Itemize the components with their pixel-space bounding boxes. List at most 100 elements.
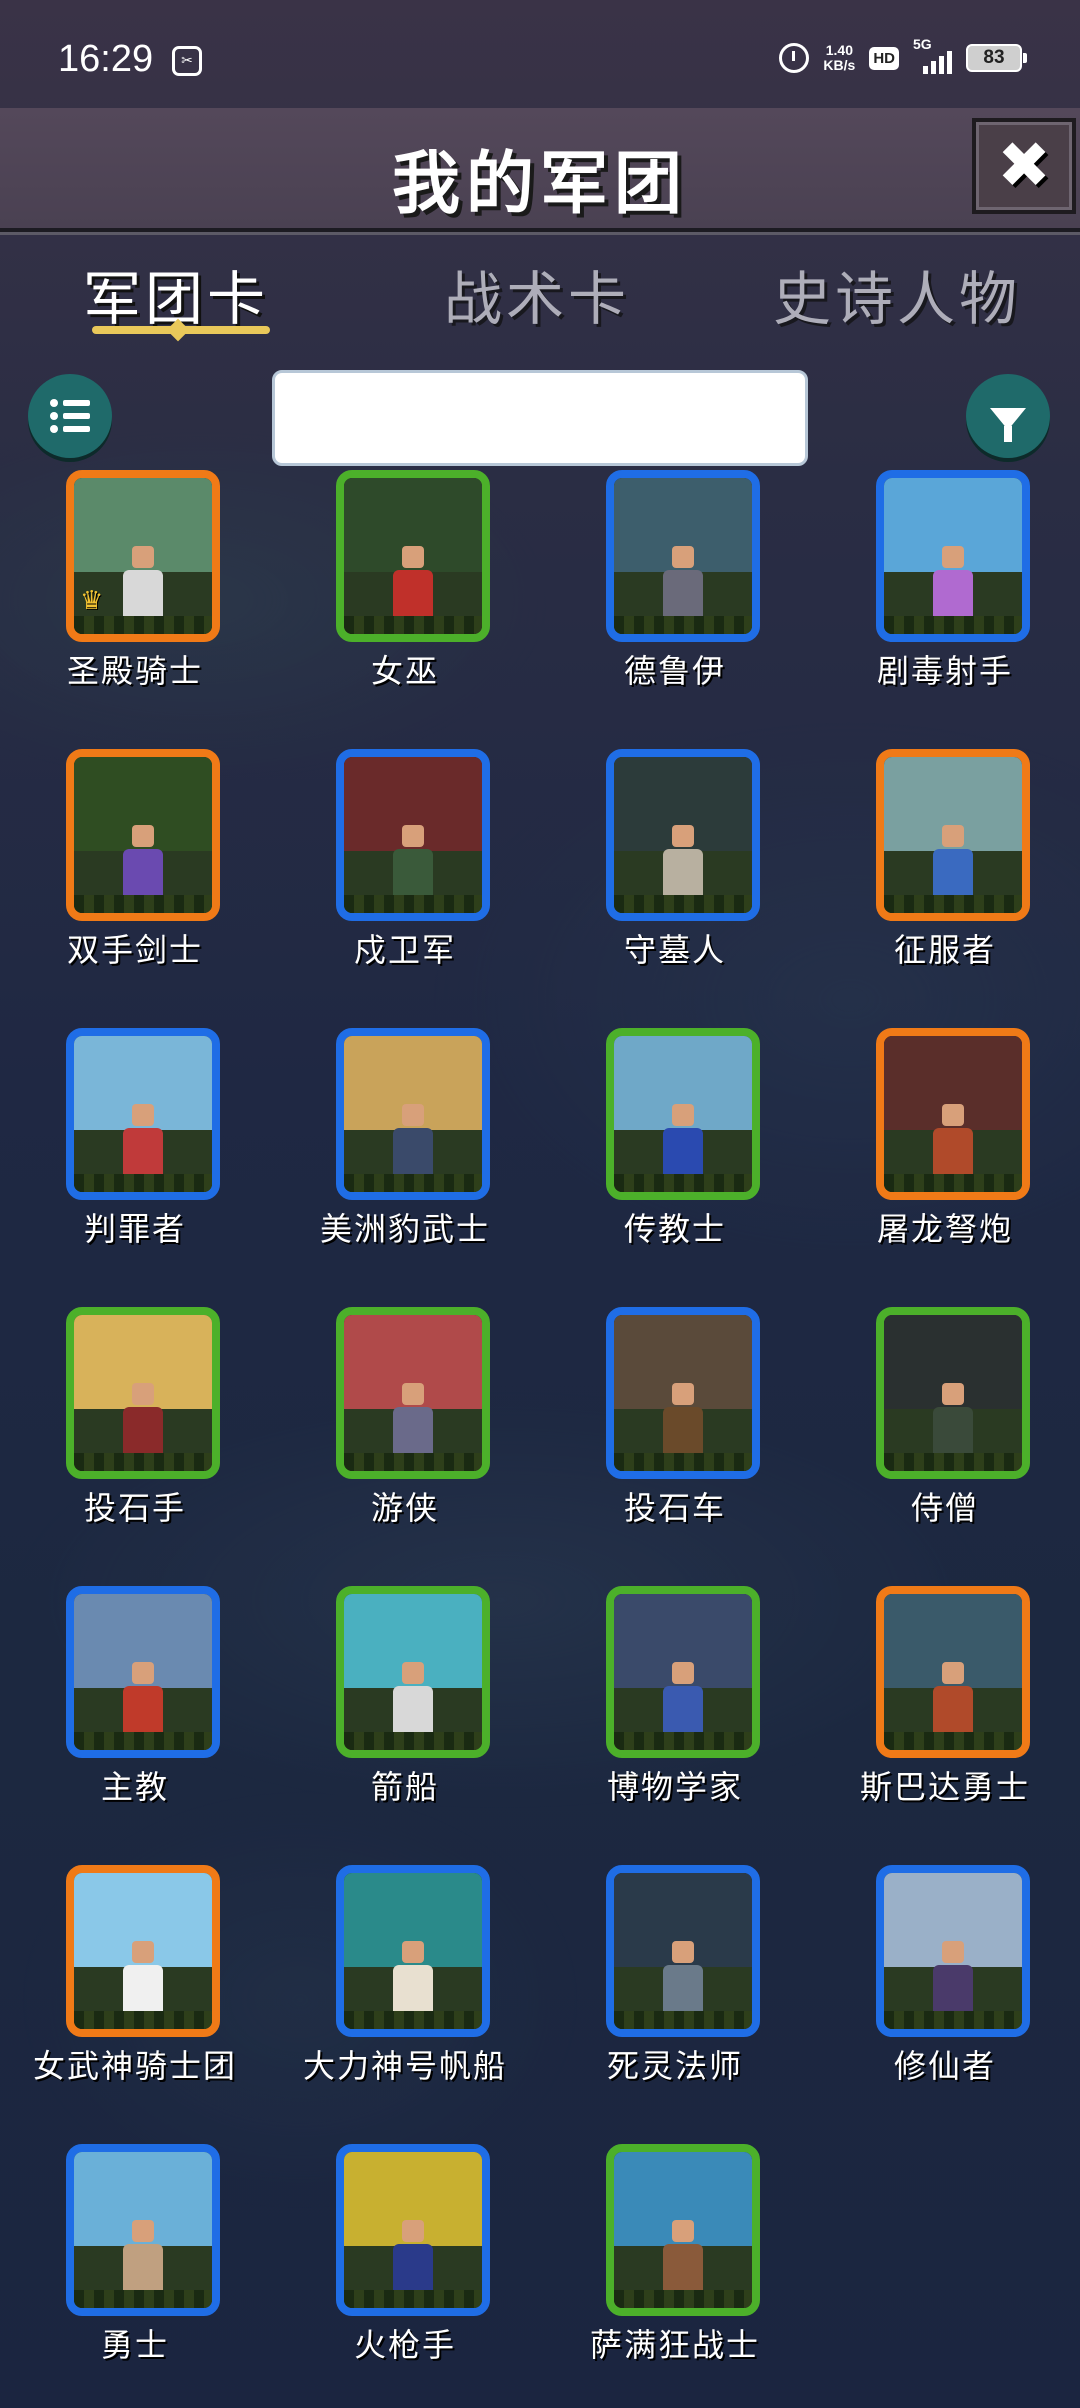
card-item[interactable]: 剧毒射手 [810, 470, 1080, 750]
card-name: 投石车 [623, 1489, 726, 1527]
card-frame [606, 1586, 760, 1758]
card-item[interactable]: 斯巴达勇士 [810, 1586, 1080, 1866]
card-name: 火枪手 [353, 2326, 456, 2364]
network-speed-unit: KB/s [823, 57, 856, 73]
card-item[interactable]: 侍僧 [810, 1307, 1080, 1587]
jaguar-warrior-icon [344, 1036, 482, 1192]
card-name: 屠龙弩炮 [876, 1210, 1013, 1248]
acolyte-icon [884, 1315, 1022, 1471]
card-name: 投石手 [83, 1489, 186, 1527]
card-item[interactable]: ♛ 圣殿骑士 [0, 470, 270, 750]
status-indicators: 1.40 KB/s HD 5G 83 [779, 36, 1027, 74]
card-frame [606, 1307, 760, 1479]
card-item[interactable]: 判罪者 [0, 1028, 270, 1308]
filter-button[interactable] [966, 374, 1050, 458]
shaman-berserker-icon [614, 2152, 752, 2308]
card-frame [606, 2144, 760, 2316]
close-button[interactable]: ✖ [972, 118, 1076, 214]
tab-epic-characters[interactable]: 史诗人物 [747, 252, 1047, 336]
card-item[interactable]: 大力神号帆船 [270, 1865, 540, 2145]
card-frame [66, 1865, 220, 2037]
judge-icon [74, 1036, 212, 1192]
card-name: 萨满狂战士 [589, 2326, 760, 2364]
list-view-button[interactable] [28, 374, 112, 458]
search-input[interactable] [272, 370, 808, 466]
card-item[interactable]: 游侠 [270, 1307, 540, 1587]
witch-icon [344, 478, 482, 634]
naturalist-icon [614, 1594, 752, 1750]
card-item[interactable]: 双手剑士 [0, 749, 270, 1029]
card-name: 双手剑士 [66, 931, 203, 969]
app-notification-icon: ✂ [172, 46, 202, 76]
network-speed: 1.40 KB/s [823, 43, 855, 73]
close-icon: ✖ [997, 129, 1051, 203]
card-name: 德鲁伊 [623, 652, 726, 690]
card-name: 游侠 [370, 1489, 439, 1527]
missionary-icon [614, 1036, 752, 1192]
card-frame [66, 2144, 220, 2316]
card-item[interactable]: 戍卫军 [270, 749, 540, 1029]
card-name: 死灵法师 [606, 2047, 743, 2085]
card-item[interactable]: 屠龙弩炮 [810, 1028, 1080, 1308]
card-item[interactable]: 投石手 [0, 1307, 270, 1587]
card-frame [336, 749, 490, 921]
network-speed-value: 1.40 [825, 42, 853, 58]
filter-icon [990, 408, 1026, 442]
card-name: 勇士 [100, 2326, 169, 2364]
card-frame [606, 1028, 760, 1200]
guard-spearman-icon [344, 757, 482, 913]
tab-tactic-cards[interactable]: 战术卡 [387, 252, 687, 336]
card-frame [66, 1028, 220, 1200]
card-frame [336, 1586, 490, 1758]
card-item[interactable]: 死灵法师 [540, 1865, 810, 2145]
card-item[interactable]: 萨满狂战士 [540, 2144, 810, 2408]
signal-icon: 5G [913, 36, 952, 74]
card-name: 美洲豹武士 [319, 1210, 490, 1248]
card-item[interactable]: 女武神骑士团 [0, 1865, 270, 2145]
card-item[interactable]: 箭船 [270, 1586, 540, 1866]
card-name: 主教 [100, 1768, 169, 1806]
card-frame [66, 1586, 220, 1758]
catapult-icon [614, 1315, 752, 1471]
card-name: 传教士 [623, 1210, 726, 1248]
arrow-ship-icon [344, 1594, 482, 1750]
alarm-icon [779, 43, 810, 73]
card-frame [336, 1865, 490, 2037]
card-name: 圣殿骑士 [66, 652, 203, 690]
card-item[interactable]: 传教士 [540, 1028, 810, 1308]
conquerors-icon [884, 757, 1022, 913]
card-name: 守墓人 [623, 931, 726, 969]
card-frame [876, 470, 1030, 642]
card-name: 斯巴达勇士 [859, 1768, 1030, 1806]
card-item[interactable]: 德鲁伊 [540, 470, 810, 750]
card-item[interactable]: 主教 [0, 1586, 270, 1866]
card-frame [876, 1586, 1030, 1758]
card-frame [876, 1307, 1030, 1479]
tomb-keeper-icon [614, 757, 752, 913]
card-item[interactable]: 修仙者 [810, 1865, 1080, 2145]
battery-icon: 83 [966, 44, 1027, 72]
card-frame [606, 470, 760, 642]
card-name: 剧毒射手 [876, 652, 1013, 690]
card-frame [336, 1028, 490, 1200]
card-item[interactable]: 守墓人 [540, 749, 810, 1029]
archer-icon [884, 478, 1022, 634]
card-item[interactable]: 美洲豹武士 [270, 1028, 540, 1308]
status-bar: 16:29 ✂ 1.40 KB/s HD 5G 83 [0, 0, 1080, 108]
card-frame [336, 1307, 490, 1479]
card-item[interactable]: 征服者 [810, 749, 1080, 1029]
network-type: 5G [913, 36, 932, 52]
card-item[interactable]: 博物学家 [540, 1586, 810, 1866]
card-item[interactable]: 勇士 [0, 2144, 270, 2408]
swordsman-icon [74, 757, 212, 913]
card-item[interactable]: 火枪手 [270, 2144, 540, 2408]
dragon-ballista-icon [884, 1036, 1022, 1192]
card-item[interactable]: 投石车 [540, 1307, 810, 1587]
musketeers-icon [344, 2152, 482, 2308]
spartan-icon [884, 1594, 1022, 1750]
list-icon [50, 399, 90, 433]
card-name: 判罪者 [83, 1210, 186, 1248]
card-item[interactable]: 女巫 [270, 470, 540, 750]
card-frame [336, 2144, 490, 2316]
galleon-icon [344, 1873, 482, 2029]
